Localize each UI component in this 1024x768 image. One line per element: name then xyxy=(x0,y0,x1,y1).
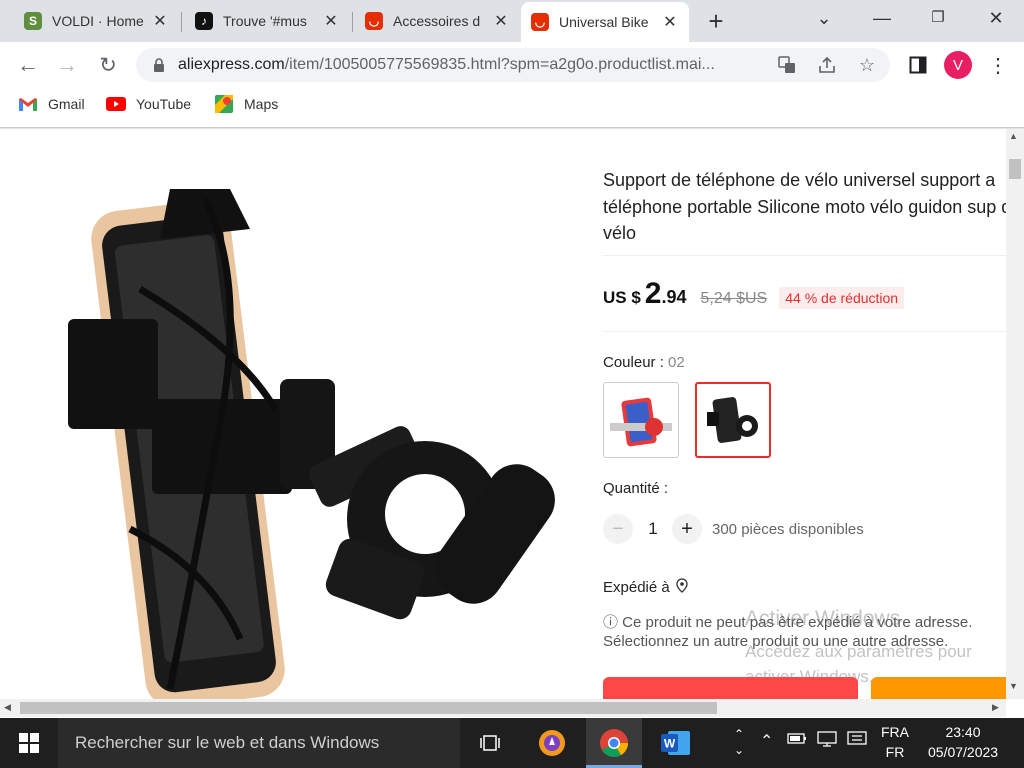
language-code: FRA xyxy=(881,724,909,740)
scroll-down-arrow-icon[interactable]: ▼ xyxy=(1009,681,1018,691)
back-arrow-icon[interactable]: ← xyxy=(15,52,41,78)
svg-text:W: W xyxy=(664,737,676,751)
browser-window: S VOLDI · Home ✕ ♪ Trouve '#mus ✕ ◡ Acce… xyxy=(0,0,1024,129)
close-icon[interactable]: ✕ xyxy=(151,11,169,31)
add-to-cart-button[interactable] xyxy=(871,677,1006,699)
show-hidden-icons-icon[interactable]: ⌃ xyxy=(760,731,773,751)
tab-title: Universal Bike xyxy=(559,14,649,30)
translate-icon[interactable] xyxy=(776,54,798,76)
discount-badge: 44 % de réduction xyxy=(779,287,905,309)
tab-tiktok[interactable]: ♪ Trouve '#mus ✕ xyxy=(185,4,350,38)
share-icon[interactable] xyxy=(816,54,838,76)
keyboard-layout: FR xyxy=(885,744,905,760)
tiktok-icon: ♪ xyxy=(195,12,213,30)
tab-strip: S VOLDI · Home ✕ ♪ Trouve '#mus ✕ ◡ Acce… xyxy=(0,0,1024,42)
location-pin-icon xyxy=(676,578,688,597)
tab-title: Trouve '#mus xyxy=(223,13,307,29)
maps-icon xyxy=(214,95,234,113)
network-icon[interactable] xyxy=(817,731,837,752)
bookmark-label: YouTube xyxy=(136,96,192,112)
price-currency: US $ xyxy=(603,288,641,307)
ship-to-label[interactable]: Expédié à xyxy=(603,578,688,597)
windows-taskbar: Rechercher sur le web et dans Windows W … xyxy=(0,718,1024,768)
restore-button[interactable]: ❐ xyxy=(918,8,958,26)
color-option-01[interactable] xyxy=(603,382,679,458)
close-icon[interactable]: ✕ xyxy=(492,11,510,31)
old-price: 5,24 $US xyxy=(700,290,768,307)
side-panel-icon[interactable] xyxy=(905,52,931,78)
gmail-icon xyxy=(18,96,38,112)
taskbar-search-box[interactable]: Rechercher sur le web et dans Windows xyxy=(58,718,460,768)
bookmarks-bar: Gmail YouTube Maps xyxy=(0,88,1024,128)
stock-available: 300 pièces disponibles xyxy=(712,521,864,538)
reload-icon[interactable]: ↻ xyxy=(95,52,121,78)
tab-universal-bike[interactable]: ◡ Universal Bike ✕ xyxy=(521,2,689,42)
bookmark-label: Gmail xyxy=(48,96,85,112)
system-clock[interactable]: 23:40 05/07/2023 xyxy=(928,722,998,762)
browser-toolbar: ← → ↻ aliexpress.com/item/10050057755698… xyxy=(0,42,1024,88)
tab-voldi[interactable]: S VOLDI · Home ✕ xyxy=(14,4,179,38)
close-window-button[interactable]: ✕ xyxy=(976,8,1016,29)
color-option-02[interactable] xyxy=(695,382,771,458)
vertical-scrollbar[interactable]: ▲ ▼ xyxy=(1006,129,1024,699)
bookmark-maps[interactable]: Maps xyxy=(214,95,279,113)
quantity-increment-button[interactable]: + xyxy=(672,514,702,544)
lock-icon[interactable] xyxy=(148,54,170,76)
quantity-input[interactable]: 1 xyxy=(644,519,662,539)
scroll-right-arrow-icon[interactable]: ▶ xyxy=(992,702,999,713)
close-icon[interactable]: ✕ xyxy=(322,11,340,31)
task-view-icon[interactable] xyxy=(470,725,510,761)
input-language-indicator[interactable]: FRA FR xyxy=(877,722,913,762)
bookmark-label: Maps xyxy=(244,96,279,112)
notifications-icon[interactable] xyxy=(847,731,867,752)
forward-arrow-icon[interactable]: → xyxy=(54,52,80,78)
tab-title: VOLDI · Home xyxy=(52,13,144,29)
bookmark-youtube[interactable]: YouTube xyxy=(106,96,191,112)
scroll-left-arrow-icon[interactable]: ◀ xyxy=(4,702,11,713)
windows-activation-watermark-title: Activer Windows xyxy=(745,607,901,630)
tab-title: Accessoires d xyxy=(393,13,481,29)
price-block: US $ 2 .94 5,24 $US 44 % de réduction xyxy=(603,277,905,311)
tab-accessoires[interactable]: ◡ Accessoires d ✕ xyxy=(355,4,520,38)
battery-icon[interactable] xyxy=(787,731,807,750)
tray-scroll-arrows-icon[interactable]: ⌃ ⌄ xyxy=(734,726,744,758)
more-menu-icon[interactable]: ⋮ xyxy=(985,52,1011,78)
buy-now-button[interactable] xyxy=(603,677,858,699)
horizontal-scroll-thumb[interactable] xyxy=(20,702,717,714)
color-value: 02 xyxy=(668,354,685,371)
profile-avatar[interactable]: V xyxy=(944,51,972,79)
windows-start-icon[interactable] xyxy=(9,725,49,761)
chrome-icon[interactable] xyxy=(594,725,634,761)
bookmark-star-icon[interactable]: ☆ xyxy=(856,54,878,76)
close-icon[interactable]: ✕ xyxy=(661,12,679,32)
youtube-icon xyxy=(106,96,126,112)
price-decimal: .94 xyxy=(661,287,687,307)
word-icon[interactable]: W xyxy=(656,725,696,761)
minimize-button[interactable]: — xyxy=(862,8,902,29)
vertical-scroll-thumb[interactable] xyxy=(1009,159,1021,179)
quantity-label: Quantité : xyxy=(603,480,669,497)
clock-time: 23:40 xyxy=(945,724,981,740)
horizontal-scrollbar[interactable]: ◀ ▶ xyxy=(0,699,1006,717)
url-text[interactable]: aliexpress.com/item/1005005775569835.htm… xyxy=(178,56,738,74)
shopify-icon: S xyxy=(24,12,42,30)
tab-search-chevron-icon[interactable]: ⌄ xyxy=(804,8,844,29)
scroll-up-arrow-icon[interactable]: ▲ xyxy=(1009,131,1018,141)
color-label: Couleur : 02 xyxy=(603,354,685,371)
product-title: Support de téléphone de vélo universel s… xyxy=(603,170,1006,243)
aliexpress-icon: ◡ xyxy=(531,13,549,31)
avast-browser-icon[interactable] xyxy=(532,725,572,761)
aliexpress-icon: ◡ xyxy=(365,12,383,30)
ship-to-text: Expédié à xyxy=(603,579,670,596)
new-tab-button[interactable]: + xyxy=(696,6,736,37)
price-integer: 2 xyxy=(644,277,662,310)
product-image[interactable] xyxy=(40,169,560,699)
bookmark-gmail[interactable]: Gmail xyxy=(18,96,85,112)
clock-date: 05/07/2023 xyxy=(928,744,999,760)
page-content: Support de téléphone de vélo universel s… xyxy=(0,129,1006,699)
address-bar[interactable]: aliexpress.com/item/1005005775569835.htm… xyxy=(136,48,890,82)
quantity-decrement-button[interactable]: − xyxy=(603,514,633,544)
